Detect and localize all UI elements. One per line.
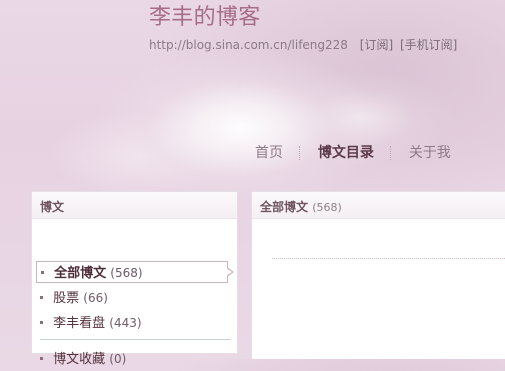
blog-category-title: 博文 xyxy=(32,192,237,219)
category-count: (0) xyxy=(109,352,127,366)
mobile-subscribe-link[interactable]: [手机订阅] xyxy=(400,38,457,52)
square-bullet-icon xyxy=(40,296,43,299)
category-label: 博文收藏 xyxy=(53,352,106,367)
category-count: (443) xyxy=(109,316,142,330)
top-navigation: 首页 博文目录 关于我 xyxy=(255,144,451,162)
nav-about-me[interactable]: 关于我 xyxy=(409,144,451,162)
all-posts-header: 全部博文 (568) xyxy=(252,192,505,219)
subscribe-link[interactable]: [订阅] xyxy=(360,38,393,52)
category-count: (66) xyxy=(83,291,108,305)
category-lifeng-market-watch[interactable]: 李丰看盘 (443) xyxy=(40,312,142,334)
category-stocks[interactable]: 股票 (66) xyxy=(40,287,108,309)
square-bullet-icon xyxy=(40,321,43,324)
category-count: (568) xyxy=(110,266,143,280)
dotted-separator-icon xyxy=(390,146,392,160)
all-posts-title: 全部博文 xyxy=(260,200,309,214)
dotted-separator-icon xyxy=(299,146,301,160)
category-label: 全部博文 xyxy=(54,266,107,281)
category-label: 股票 xyxy=(53,291,80,306)
blog-meta: http://blog.sina.com.cn/lifeng228 [订阅] [… xyxy=(149,38,457,52)
post-list-dotted-divider xyxy=(272,258,505,259)
blog-title: 李丰的博客 xyxy=(149,5,261,30)
nav-home[interactable]: 首页 xyxy=(255,144,283,162)
all-posts-count: (568) xyxy=(312,201,342,214)
all-posts-panel: 全部博文 (568) xyxy=(251,191,505,359)
blog-category-panel: 博文 全部博文 (568) 股票 (66) 李丰看盘 (443) 博文收藏 (0… xyxy=(31,191,238,367)
category-divider xyxy=(40,339,231,340)
triangle-pointer-icon xyxy=(226,267,234,277)
category-favorites[interactable]: 博文收藏 (0) xyxy=(40,348,126,370)
category-all-posts[interactable]: 全部博文 (568) xyxy=(36,261,234,283)
blog-category-list: 全部博文 (568) 股票 (66) 李丰看盘 (443) 博文收藏 (0) xyxy=(32,219,237,367)
category-label: 李丰看盘 xyxy=(53,316,106,331)
nav-blog-directory[interactable]: 博文目录 xyxy=(318,144,374,162)
square-bullet-icon xyxy=(41,271,44,274)
blog-url: http://blog.sina.com.cn/lifeng228 xyxy=(149,38,348,52)
